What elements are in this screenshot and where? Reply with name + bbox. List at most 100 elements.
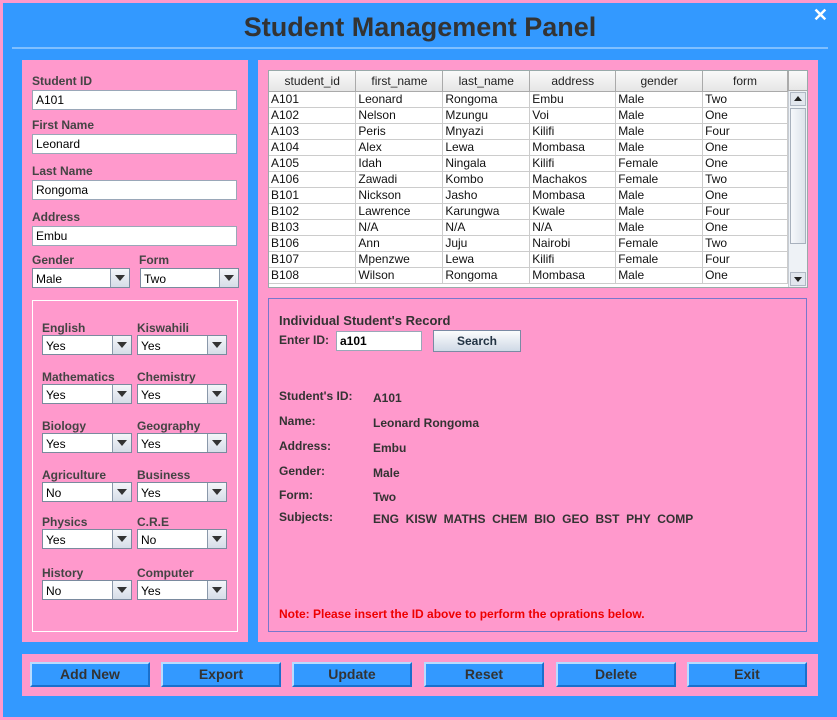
table-cell[interactable]: Two (702, 171, 788, 188)
table-cell[interactable]: Voi (529, 107, 617, 124)
table-cell[interactable]: Four (702, 203, 788, 220)
table-cell[interactable]: Male (615, 267, 704, 284)
chevron-down-icon[interactable] (207, 385, 226, 403)
table-cell[interactable]: Female (615, 171, 704, 188)
table-cell[interactable]: Male (615, 219, 704, 236)
search-button[interactable]: Search (433, 330, 521, 352)
table-cell[interactable]: Kombo (442, 171, 531, 188)
subject-select-mathematics[interactable]: Yes (42, 384, 132, 404)
table-cell[interactable]: Male (615, 187, 704, 204)
table-cell[interactable]: Peris (355, 123, 444, 140)
table-row[interactable]: B108 Wilson Rongoma Mombasa Male One (269, 267, 788, 284)
first-name-field[interactable]: Leonard (32, 134, 237, 154)
chevron-down-icon[interactable] (207, 336, 226, 354)
chevron-down-icon[interactable] (207, 434, 226, 452)
table-cell[interactable]: Two (702, 91, 788, 108)
table-cell[interactable]: Kilifi (529, 123, 617, 140)
table-cell[interactable]: N/A (355, 219, 444, 236)
table-cell[interactable]: Rongoma (442, 267, 531, 284)
table-cell[interactable]: B101 (269, 187, 357, 204)
chevron-down-icon[interactable] (112, 581, 131, 599)
column-header-student-id[interactable]: student_id (269, 71, 357, 92)
table-cell[interactable]: Female (615, 155, 704, 172)
chevron-down-icon[interactable] (207, 530, 226, 548)
table-cell[interactable]: One (702, 155, 788, 172)
table-cell[interactable]: Kilifi (529, 251, 617, 268)
scroll-up-icon[interactable] (790, 92, 806, 106)
enter-id-field[interactable]: a101 (336, 331, 422, 351)
table-cell[interactable]: B102 (269, 203, 357, 220)
table-cell[interactable]: Kwale (529, 203, 617, 220)
delete-button[interactable]: Delete (556, 662, 676, 687)
subject-select-c-r-e[interactable]: No (137, 529, 227, 549)
table-cell[interactable]: Four (702, 123, 788, 140)
table-cell[interactable]: Two (702, 235, 788, 252)
table-cell[interactable]: B107 (269, 251, 357, 268)
table-cell[interactable]: Mzungu (442, 107, 531, 124)
students-table[interactable]: student_id first_name last_name address gend… (268, 70, 808, 288)
chevron-down-icon[interactable] (207, 483, 226, 501)
table-cell[interactable]: B103 (269, 219, 357, 236)
table-cell[interactable]: A101 (269, 91, 357, 108)
chevron-down-icon[interactable] (112, 336, 131, 354)
form-select[interactable]: Two (140, 268, 239, 288)
last-name-field[interactable]: Rongoma (32, 180, 237, 200)
table-cell[interactable]: One (702, 139, 788, 156)
scroll-down-icon[interactable] (790, 272, 806, 286)
table-cell[interactable]: A105 (269, 155, 357, 172)
table-cell[interactable]: A103 (269, 123, 357, 140)
table-cell[interactable]: Male (615, 123, 704, 140)
table-row[interactable]: A104 Alex Lewa Mombasa Male One (269, 139, 788, 156)
subject-select-computer[interactable]: Yes (137, 580, 227, 600)
table-cell[interactable]: Ningala (442, 155, 531, 172)
table-cell[interactable]: Nelson (355, 107, 444, 124)
table-cell[interactable]: Female (615, 251, 704, 268)
subject-select-physics[interactable]: Yes (42, 529, 132, 549)
reset-button[interactable]: Reset (424, 662, 544, 687)
subject-select-geography[interactable]: Yes (137, 433, 227, 453)
subject-select-kiswahili[interactable]: Yes (137, 335, 227, 355)
table-cell[interactable]: One (702, 219, 788, 236)
export-button[interactable]: Export (161, 662, 281, 687)
table-row[interactable]: B107 Mpenzwe Lewa Kilifi Female Four (269, 251, 788, 268)
subject-select-business[interactable]: Yes (137, 482, 227, 502)
table-row[interactable]: A101 Leonard Rongoma Embu Male Two (269, 91, 788, 108)
add-new-button[interactable]: Add New (30, 662, 150, 687)
table-row[interactable]: A102 Nelson Mzungu Voi Male One (269, 107, 788, 124)
table-cell[interactable]: Lewa (442, 251, 531, 268)
table-cell[interactable]: Wilson (355, 267, 444, 284)
table-cell[interactable]: One (702, 107, 788, 124)
student-id-field[interactable]: A101 (32, 90, 237, 110)
scroll-thumb[interactable] (790, 108, 806, 244)
table-cell[interactable]: N/A (442, 219, 531, 236)
chevron-down-icon[interactable] (207, 581, 226, 599)
table-cell[interactable]: Rongoma (442, 91, 531, 108)
table-cell[interactable]: Lewa (442, 139, 531, 156)
subject-select-agriculture[interactable]: No (42, 482, 132, 502)
chevron-down-icon[interactable] (110, 269, 129, 287)
chevron-down-icon[interactable] (112, 434, 131, 452)
column-header-form[interactable]: form (702, 71, 788, 92)
column-header-address[interactable]: address (529, 71, 617, 92)
table-cell[interactable]: Male (615, 91, 704, 108)
table-cell[interactable]: B106 (269, 235, 357, 252)
table-cell[interactable]: Mnyazi (442, 123, 531, 140)
table-cell[interactable]: Lawrence (355, 203, 444, 220)
column-header-gender[interactable]: gender (615, 71, 704, 92)
table-row[interactable]: A105 Idah Ningala Kilifi Female One (269, 155, 788, 172)
table-cell[interactable]: Karungwa (442, 203, 531, 220)
table-cell[interactable]: Jasho (442, 187, 531, 204)
chevron-down-icon[interactable] (112, 385, 131, 403)
table-cell[interactable]: Embu (529, 91, 617, 108)
table-cell[interactable]: Mombasa (529, 267, 617, 284)
table-cell[interactable]: Mpenzwe (355, 251, 444, 268)
table-row[interactable]: B106 Ann Juju Nairobi Female Two (269, 235, 788, 252)
table-row[interactable]: A106 Zawadi Kombo Machakos Female Two (269, 171, 788, 188)
subject-select-chemistry[interactable]: Yes (137, 384, 227, 404)
table-cell[interactable]: Mombasa (529, 187, 617, 204)
exit-button[interactable]: Exit (687, 662, 807, 687)
table-cell[interactable]: Juju (442, 235, 531, 252)
subject-select-history[interactable]: No (42, 580, 132, 600)
table-cell[interactable]: Ann (355, 235, 444, 252)
subject-select-biology[interactable]: Yes (42, 433, 132, 453)
